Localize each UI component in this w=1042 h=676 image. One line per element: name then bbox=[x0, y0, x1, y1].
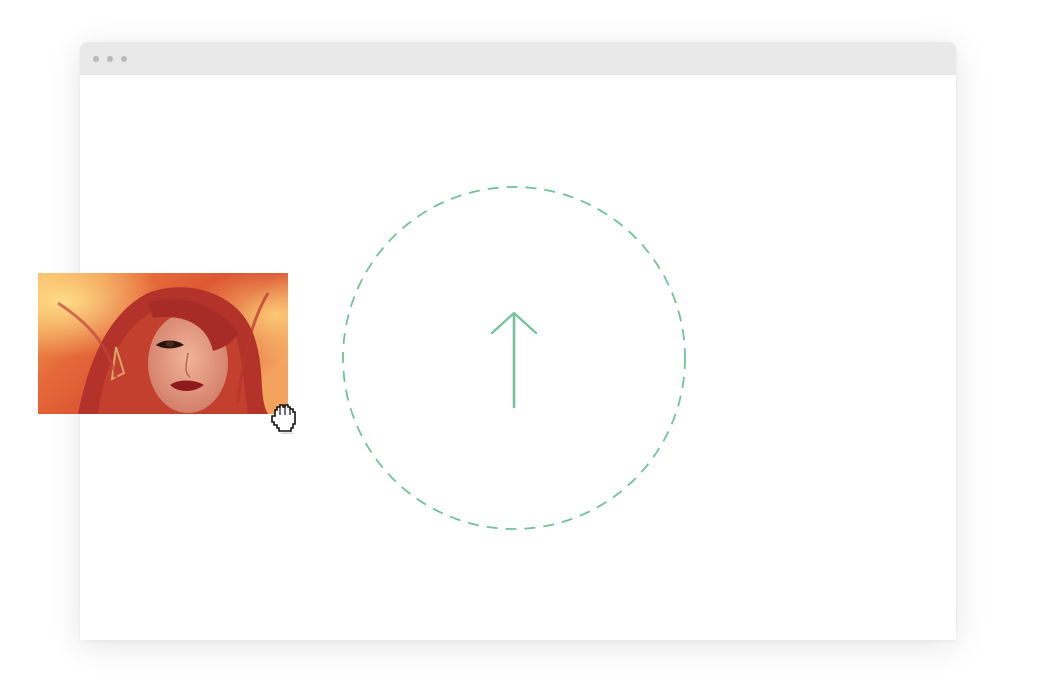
window-dot-icon[interactable] bbox=[107, 56, 113, 62]
window-dot-icon[interactable] bbox=[93, 56, 99, 62]
stage bbox=[0, 0, 1042, 676]
upload-dropzone[interactable] bbox=[341, 185, 687, 531]
dropzone-circle bbox=[342, 186, 686, 530]
grab-hand-cursor-icon bbox=[269, 402, 299, 436]
upload-arrow-icon bbox=[490, 311, 538, 409]
window-dot-icon[interactable] bbox=[121, 56, 127, 62]
photo-thumbnail bbox=[38, 273, 288, 414]
dragged-image-thumbnail[interactable] bbox=[38, 273, 288, 414]
window-titlebar bbox=[80, 42, 956, 75]
